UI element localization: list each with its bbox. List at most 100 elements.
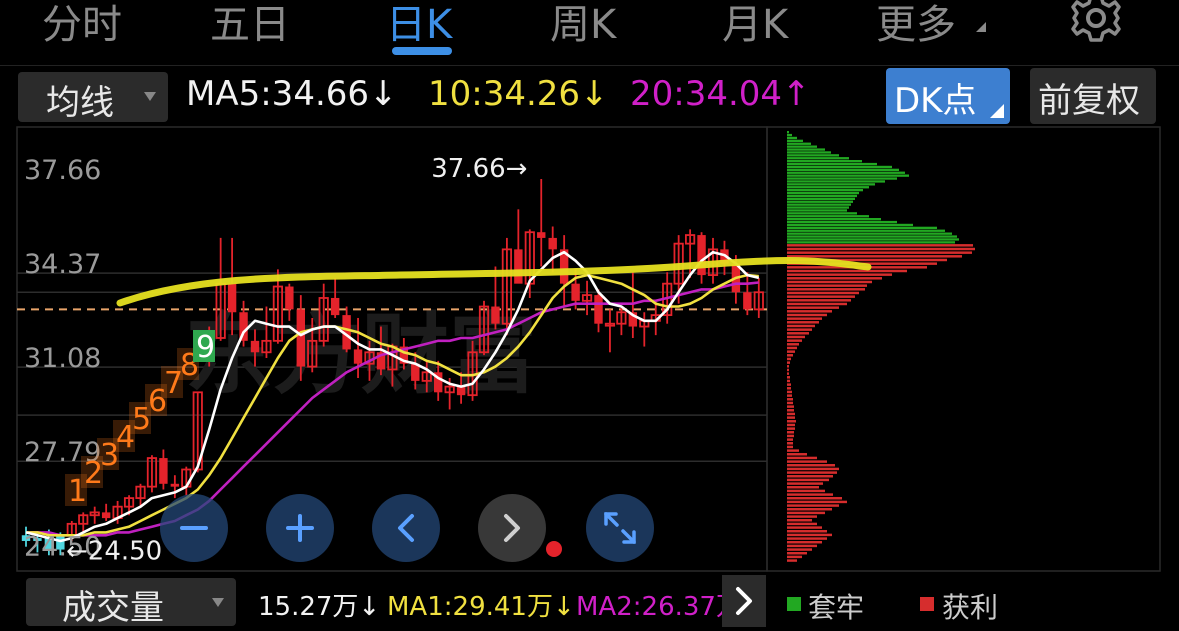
y-tick-label: 37.66 (24, 155, 101, 186)
chip-bar-profit (787, 332, 809, 335)
dk-point-label: DK点 (894, 81, 977, 121)
ma20-value: 20:34.04↑ (630, 74, 811, 114)
candle-body-down (330, 297, 340, 316)
tab-more[interactable]: 更多 (876, 0, 956, 50)
chip-bar-hold (787, 200, 853, 203)
chip-bar-profit (787, 273, 892, 276)
chip-bar-hold (787, 148, 825, 151)
candle-body-down (743, 292, 752, 310)
volume-expand-button[interactable] (722, 575, 766, 627)
tab-wuri[interactable]: 五日 (210, 0, 290, 50)
chevron-left-icon (398, 514, 414, 542)
profit-legend-label: 获利 (942, 591, 999, 624)
chip-bar-profit (787, 526, 822, 529)
chip-bar-profit (787, 306, 839, 309)
dk-point-button[interactable]: DK点 (886, 68, 1010, 124)
candle-body-down (250, 340, 260, 353)
chip-bar-profit (787, 405, 794, 408)
tab-fenshi[interactable]: 分时 (42, 0, 122, 50)
chip-bar-hold (787, 238, 959, 241)
chip-bar-hold (787, 186, 869, 189)
chip-bar-profit (787, 552, 807, 555)
chip-bar-profit (787, 438, 793, 441)
chip-bar-profit (787, 398, 793, 401)
chip-bar-profit (787, 497, 842, 500)
chip-bar-profit (787, 365, 789, 368)
y-tick-label: 34.37 (24, 249, 101, 280)
tab-divider (0, 65, 1179, 66)
chip-bar-profit (787, 244, 973, 247)
chip-bar-profit (787, 533, 832, 537)
chip-bar-hold (787, 218, 881, 221)
chip-bar-profit (787, 420, 796, 423)
candle-body-down (491, 306, 500, 324)
chip-bar-hold (787, 133, 792, 137)
active-tab-indicator (392, 47, 452, 55)
fuquan-label: 前复权 (1038, 81, 1140, 121)
chip-bar-profit (787, 504, 839, 507)
chip-bar-profit (787, 269, 907, 273)
chip-bar-profit (787, 390, 792, 394)
candle-body-down (353, 349, 363, 364)
chip-bar-profit (787, 302, 847, 306)
chip-bar-hold (787, 180, 885, 183)
chip-bar-profit (787, 317, 822, 320)
chip-bar-hold (787, 165, 892, 169)
chip-bar-profit (787, 431, 794, 434)
chip-bar-profit (787, 522, 817, 526)
candle-body-down (514, 249, 523, 284)
scroll-left-button[interactable] (372, 494, 440, 562)
ma-selector[interactable]: 均线 (18, 72, 168, 123)
chip-bar-profit (787, 409, 794, 412)
chip-bar-hold (787, 203, 851, 206)
chip-bar-profit (787, 471, 837, 474)
fuquan-button[interactable]: 前复权 (1030, 68, 1156, 124)
tab-zhouk[interactable]: 周K (550, 0, 616, 50)
chip-bar-hold (787, 151, 831, 154)
chip-bar-profit (787, 361, 790, 364)
chip-bar-profit (787, 508, 832, 511)
chip-bar-profit (787, 489, 825, 493)
candle-body-down (285, 286, 294, 310)
chevron-down-icon (144, 92, 156, 101)
corner-triangle-icon (990, 104, 1004, 118)
chip-bar-profit (787, 288, 865, 291)
chip-bar-profit (787, 324, 815, 328)
candle-body-down (571, 283, 580, 301)
tab-rik[interactable]: 日K (386, 0, 452, 50)
chip-bar-hold (787, 235, 957, 238)
candle-body-down (594, 295, 603, 324)
chip-bar-profit (787, 453, 807, 456)
chip-bar-hold (787, 131, 789, 134)
ma5-value: MA5:34.66↓ (186, 74, 398, 114)
scroll-right-button[interactable] (478, 494, 546, 562)
chip-bar-profit (787, 401, 793, 405)
chevron-right-icon (736, 587, 752, 615)
chip-bar-profit (787, 280, 872, 284)
chip-bar-hold (787, 189, 863, 192)
chip-bar-profit (787, 284, 867, 287)
gear-icon[interactable] (1068, 0, 1124, 50)
fullscreen-button[interactable] (586, 494, 654, 562)
chip-bar-hold (787, 145, 817, 148)
chip-bar-hold (787, 142, 811, 145)
indicator-selector[interactable]: 成交量 (26, 578, 236, 628)
tab-yuek[interactable]: 月K (722, 0, 788, 50)
chip-bar-hold (787, 212, 857, 215)
chip-bar-profit (787, 277, 882, 280)
chip-bar-profit (787, 445, 793, 449)
chip-bar-profit (787, 537, 827, 540)
zoom-out-button[interactable] (160, 494, 228, 562)
chip-bar-profit (787, 548, 812, 551)
chevron-right-icon (504, 514, 520, 542)
chip-bar-profit (787, 368, 789, 372)
zoom-in-button[interactable] (266, 494, 334, 562)
chip-bar-profit (787, 464, 835, 467)
volume-bar: 成交量 15.27万↓ MA1:29.41万↓ MA2:26.37万↓ (0, 572, 1179, 628)
chip-bar-hold (787, 229, 945, 232)
volume-ma1: MA1:29.41万↓ (387, 592, 575, 622)
chip-bar-hold (787, 136, 797, 140)
expand-icon (604, 512, 636, 544)
y-tick-label: 31.08 (24, 343, 101, 374)
period-tabs: 分时 五日 日K 周K 月K 更多 (0, 0, 1179, 62)
